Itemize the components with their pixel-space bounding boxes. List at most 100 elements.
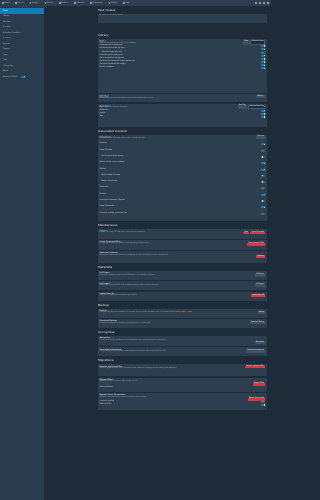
backup-desc-text: Performs a backup of the database to the…: [99, 312, 175, 314]
option-toggle[interactable]: [261, 51, 266, 54]
download-backup-button[interactable]: Download Backup: [249, 321, 266, 325]
nav-movies[interactable]: Movies: [44, 2, 53, 4]
import-from-file-buttons: Import from file: [251, 294, 266, 298]
rename-generated-desc: Renames generated files to the new hash …: [99, 367, 178, 369]
identify-button[interactable]: Identify...: [256, 95, 266, 99]
section-title-generated: Generated Content: [98, 128, 127, 133]
nav-label: Images: [32, 1, 39, 4]
optimise-button[interactable]: Optimise: [256, 255, 266, 259]
nav-images[interactable]: Images: [29, 1, 39, 4]
clean-buttons: Clean Clean Generated: [242, 231, 266, 235]
full-import-button[interactable]: Full Import: [255, 283, 266, 287]
option-toggle[interactable]: [261, 199, 266, 202]
option-toggle[interactable]: [261, 116, 266, 119]
import-from-file-desc: Incremental import from a supplied expor…: [99, 295, 138, 297]
nav-performers[interactable]: Performers: [90, 2, 103, 4]
task-queue-card: No tasks are currently running.: [98, 14, 267, 23]
help-icon[interactable]: [259, 1, 261, 4]
full-import-card: Full Import Import from exported JSON in…: [98, 281, 267, 291]
option-label: Markers: [99, 168, 106, 170]
backup-card: Backup Performs a backup of the database…: [98, 308, 267, 318]
option-label: Interactive Heatmaps & Speeds: [99, 200, 125, 201]
clean-generated-card: Clean Generated Files Removes generated …: [98, 239, 267, 250]
download-backup-desc: Performs a backup of the database and do…: [99, 322, 151, 324]
generate-button[interactable]: Generate: [256, 135, 266, 139]
nav-label: Stash: [4, 1, 10, 4]
option-label: Marker Screenshots: [101, 181, 118, 183]
backup-button[interactable]: Backup: [257, 311, 266, 315]
clean-generated-button[interactable]: Clean Generated: [250, 231, 266, 235]
auto-tag-button[interactable]: Auto Tag: [237, 104, 247, 110]
option-toggle[interactable]: [261, 403, 266, 406]
auto-tag-buttons: Auto Tag Selective Auto Tag: [237, 104, 266, 110]
nav-stash[interactable]: Stash: [2, 2, 9, 4]
option-label: Image Thumbnails: [99, 206, 115, 208]
section-title-metadata: Metadata: [98, 265, 113, 270]
selective-scan-select[interactable]: Selective Scan: [250, 40, 266, 45]
option-toggle[interactable]: [261, 400, 266, 403]
migrate-blobs-button[interactable]: Migrate Blobs: [252, 382, 266, 386]
sidebar-item-label: System: [3, 42, 10, 45]
option-toggle[interactable]: [261, 155, 266, 158]
option-label: Transcodes: [99, 187, 109, 189]
migrate-screenshots-card: Migrate Scene Screenshots Migrates scene…: [98, 392, 267, 410]
identify-card: Identify Automatically set scene metadat…: [98, 94, 267, 103]
option-toggle[interactable]: [261, 174, 266, 177]
section-title-backup: Backup: [98, 302, 109, 307]
nav-markers[interactable]: Markers: [59, 2, 68, 4]
download-anonymised-button[interactable]: Download anonymised: [245, 349, 266, 353]
advanced-mode-toggle[interactable]: [21, 75, 26, 78]
import-from-file-button[interactable]: Import from file: [251, 294, 266, 298]
anonymise-button[interactable]: Anonymise: [254, 341, 266, 344]
option-toggle[interactable]: [261, 187, 266, 190]
nav-tags[interactable]: Tags: [123, 2, 130, 4]
full-import-desc: Import from exported JSON in the metadat…: [99, 285, 160, 287]
full-import-buttons: Full Import: [255, 283, 266, 287]
option-toggle[interactable]: [261, 162, 266, 165]
option-label: Phashes: [99, 193, 107, 195]
info-icon: [107, 95, 109, 98]
generate-option-row: Overwrite existing generated files: [100, 210, 266, 216]
option-label: Generate thumbnails for images during sc…: [99, 61, 136, 63]
clean-generated-files-button[interactable]: Clean generated files: [247, 242, 266, 246]
anonymise-desc: Creates a copy of the database to the ba…: [99, 339, 167, 341]
scan-button[interactable]: Scan: [243, 40, 250, 45]
option-label: Delete old files: [99, 403, 112, 405]
option-toggle[interactable]: [261, 149, 266, 152]
logout-icon[interactable]: [267, 1, 269, 4]
rename-generated-button[interactable]: Rename generated files: [245, 365, 266, 369]
option-toggle[interactable]: [261, 54, 266, 57]
option-toggle[interactable]: [261, 193, 266, 196]
full-export-button[interactable]: Full Export: [255, 273, 266, 277]
option-toggle[interactable]: [261, 168, 266, 171]
sidebar-item-label: Interface: [3, 20, 12, 23]
option-toggle[interactable]: [261, 143, 266, 146]
option-label: Delete old blobs: [99, 386, 113, 388]
nav-label: Scenes: [17, 1, 24, 4]
option-toggle[interactable]: [261, 212, 266, 215]
nav-galleries[interactable]: Galleries: [74, 2, 84, 4]
clean-button[interactable]: Clean: [242, 231, 250, 235]
nav-scenes[interactable]: Scenes: [15, 2, 24, 4]
option-toggle[interactable]: [261, 109, 266, 112]
option-toggle[interactable]: [261, 206, 266, 209]
download-anonymised-buttons: Download anonymised: [245, 349, 266, 353]
migrate-screenshots-option-row: Delete old files: [100, 403, 266, 406]
identify-buttons: Identify...: [256, 95, 266, 99]
sidebar-item-label: Changelog: [3, 64, 13, 67]
download-anonymised-card: Download anonymised Creates a copy of th…: [98, 347, 267, 357]
sidebar-item-label: Security: [3, 26, 11, 29]
advanced-mode-row: Advanced Mode: [0, 74, 44, 80]
selective-auto-tag-select[interactable]: Selective Auto Tag: [247, 104, 266, 110]
full-export-buttons: Full Export: [255, 273, 266, 277]
donate-icon[interactable]: [255, 1, 257, 4]
option-label: Generate sprites during scan: [99, 54, 123, 56]
option-toggle[interactable]: [261, 181, 266, 184]
nav-studios[interactable]: Studios: [108, 2, 117, 4]
option-label: Preview generation options: [101, 155, 124, 157]
clean-card: Clean Check for missing files and remove…: [98, 228, 267, 239]
option-toggle[interactable]: [261, 67, 266, 70]
full-export-desc: Exports the database content into JSON f…: [99, 274, 155, 276]
settings-gear-icon[interactable]: [263, 1, 265, 4]
option-label: Generate image previews: [101, 51, 123, 53]
